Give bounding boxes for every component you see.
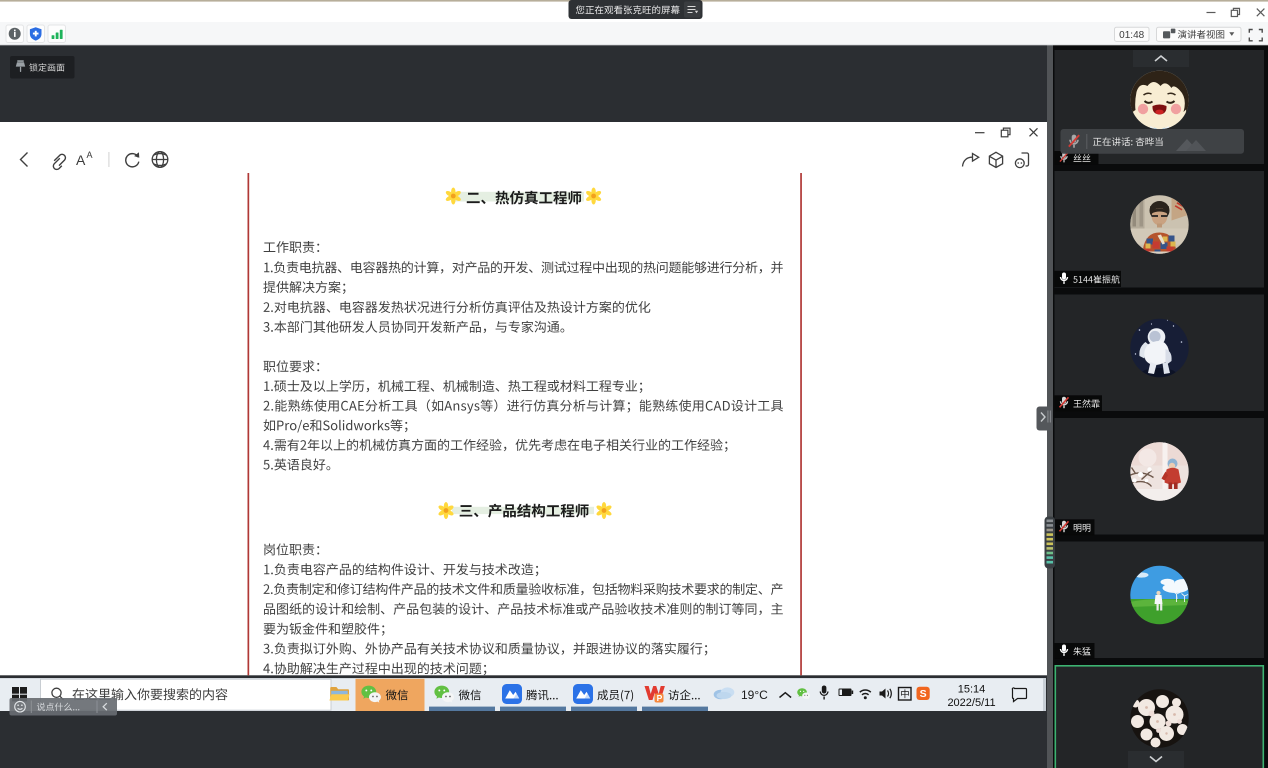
svg-text:15:14: 15:14 (958, 684, 986, 696)
svg-text:A: A (76, 152, 86, 168)
svg-text:P: P (657, 693, 663, 703)
svg-text:S: S (920, 688, 927, 700)
svg-text:19°C: 19°C (741, 688, 768, 702)
svg-text:2022/5/11: 2022/5/11 (947, 697, 995, 709)
svg-text:01:48: 01:48 (1119, 30, 1144, 41)
svg-text:A: A (87, 150, 93, 160)
